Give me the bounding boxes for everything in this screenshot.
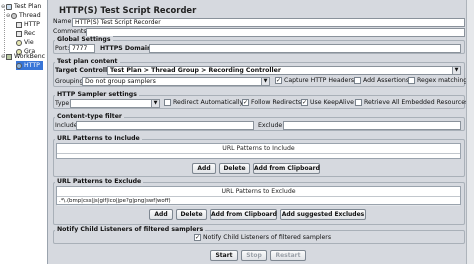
exclude-add-clipboard-button[interactable]: Add from Clipboard: [210, 209, 277, 220]
test-plan-content-title: Test plan content: [55, 58, 120, 65]
checkbox-icon: [164, 99, 171, 106]
tree-pane[interactable]: ⊖ Test Plan ⊖ Thread HTTP Rec Vie Gra ⊖ …: [0, 0, 48, 264]
include-patterns-title: URL Patterns to Include: [55, 135, 142, 142]
tree-item-label: HTTP: [24, 21, 40, 28]
name-field[interactable]: HTTP(S) Test Script Recorder: [72, 18, 465, 27]
tree-item-label: Rec: [24, 30, 36, 37]
checkbox-icon: [355, 99, 362, 106]
checkbox-checked-icon: ✓: [242, 99, 249, 106]
include-add-clipboard-button[interactable]: Add from Clipboard: [253, 163, 320, 174]
type-label: Type:: [55, 100, 72, 107]
exclude-label: Exclude:: [258, 122, 285, 129]
config-icon: [16, 21, 22, 28]
page-title: HTTP(S) Test Script Recorder: [59, 5, 197, 15]
redirect-automatically-label: Redirect Automatically: [173, 99, 244, 106]
regex-matching-label: Regex matching: [417, 77, 468, 84]
tree-item-view-results[interactable]: Vie: [16, 38, 34, 47]
tree-connector: [4, 9, 5, 55]
port-label: Port:: [55, 45, 70, 52]
recorder-icon: [16, 62, 22, 69]
main-pane: HTTP(S) Test Script Recorder Name: HTTP(…: [49, 0, 474, 264]
workbench-icon: [6, 53, 12, 60]
notify-child-listeners-label: Notify Child Listeners of filtered sampl…: [203, 234, 332, 241]
add-suggested-excludes-button[interactable]: Add suggested Excludes: [280, 209, 366, 220]
retrieve-embedded-label: Retrieve All Embedded Resources: [364, 99, 469, 106]
chevron-down-icon: ▼: [151, 100, 159, 107]
follow-redirects-label: Follow Redirects: [251, 99, 302, 106]
comments-label: Comments:: [53, 28, 89, 35]
restart-button[interactable]: Restart: [270, 250, 306, 261]
use-keepalive-label: Use KeepAlive: [310, 99, 354, 106]
checkbox-icon: [408, 77, 415, 84]
controller-icon: [16, 30, 22, 37]
sampler-settings-title: HTTP Sampler settings: [55, 91, 139, 98]
redirect-automatically-checkbox[interactable]: Redirect Automatically: [164, 99, 243, 106]
grouping-select[interactable]: Do not group samplers ▼: [82, 77, 270, 86]
exclude-patterns-title: URL Patterns to Exclude: [55, 178, 144, 185]
chevron-down-icon: ▼: [452, 67, 460, 74]
regex-matching-checkbox[interactable]: Regex matching: [408, 77, 467, 84]
tree-item-http-defaults[interactable]: HTTP: [16, 20, 40, 29]
listener-icon: [16, 39, 22, 46]
notify-child-listeners-checkbox[interactable]: ✓ Notify Child Listeners of filtered sam…: [194, 234, 331, 241]
chevron-down-icon: ▼: [261, 78, 269, 85]
notify-title: Notify Child Listeners of filtered sampl…: [55, 226, 206, 233]
capture-headers-label: Capture HTTP Headers: [284, 77, 355, 84]
tree-item-recording-controller[interactable]: Rec: [16, 29, 35, 38]
tree-item-label: Thread: [19, 12, 41, 19]
tree-item-test-plan[interactable]: ⊖ Test Plan: [1, 2, 41, 11]
checkbox-checked-icon: ✓: [275, 77, 282, 84]
stop-button[interactable]: Stop: [241, 250, 267, 261]
start-button[interactable]: Start: [210, 250, 238, 261]
test-plan-icon: [6, 3, 12, 10]
add-assertions-checkbox[interactable]: Add Assertions: [354, 77, 409, 84]
include-field[interactable]: [76, 121, 254, 130]
follow-redirects-checkbox[interactable]: ✓ Follow Redirects: [242, 99, 301, 106]
exclude-patterns-table[interactable]: URL Patterns to Exclude .*\.(bmp|css|js|…: [56, 186, 461, 206]
include-patterns-table[interactable]: URL Patterns to Include: [56, 143, 461, 159]
global-settings-title: Global Settings: [55, 36, 113, 43]
vertical-scrollbar[interactable]: [466, 0, 474, 264]
tree-item-workbench[interactable]: ⊖ WorkBenc: [1, 52, 45, 61]
content-type-filter-title: Content-type filter: [55, 113, 124, 120]
capture-headers-checkbox[interactable]: ✓ Capture HTTP Headers: [275, 77, 354, 84]
grouping-label: Grouping:: [55, 78, 86, 85]
exclude-field[interactable]: [283, 121, 461, 130]
thread-group-icon: [11, 12, 17, 19]
tree-item-label: WorkBenc: [14, 53, 46, 60]
table-row[interactable]: .*\.(bmp|css|js|gif|ico|jpe?g|png|swf|wo…: [57, 197, 460, 206]
grouping-value: Do not group samplers: [85, 78, 156, 85]
checkbox-checked-icon: ✓: [301, 99, 308, 106]
tree-item-label: Test Plan: [14, 3, 42, 10]
target-controller-value: Test Plan > Thread Group > Recording Con…: [110, 67, 281, 74]
tree-item-label: Vie: [24, 39, 34, 46]
include-add-button[interactable]: Add: [192, 163, 216, 174]
retrieve-embedded-checkbox[interactable]: Retrieve All Embedded Resources: [355, 99, 468, 106]
include-patterns-header[interactable]: URL Patterns to Include: [57, 144, 460, 154]
name-label: Name:: [53, 18, 74, 25]
exclude-patterns-header[interactable]: URL Patterns to Exclude: [57, 187, 460, 197]
tree-item-label: HTTP: [24, 62, 40, 69]
exclude-add-button[interactable]: Add: [149, 209, 173, 220]
https-domains-field[interactable]: [149, 44, 461, 53]
add-assertions-label: Add Assertions: [363, 77, 410, 84]
use-keepalive-checkbox[interactable]: ✓ Use KeepAlive: [301, 99, 354, 106]
tree-item-recorder[interactable]: HTTP: [16, 61, 43, 70]
exclude-delete-button[interactable]: Delete: [176, 209, 207, 220]
tree-item-thread-group[interactable]: ⊖ Thread: [6, 11, 41, 20]
include-delete-button[interactable]: Delete: [219, 163, 250, 174]
checkbox-checked-icon: ✓: [194, 234, 201, 241]
sampler-type-select[interactable]: ▼: [70, 99, 160, 108]
port-field[interactable]: 7777: [69, 44, 95, 53]
checkbox-icon: [354, 77, 361, 84]
comments-field[interactable]: [86, 28, 465, 37]
target-controller-select[interactable]: Test Plan > Thread Group > Recording Con…: [107, 66, 461, 75]
